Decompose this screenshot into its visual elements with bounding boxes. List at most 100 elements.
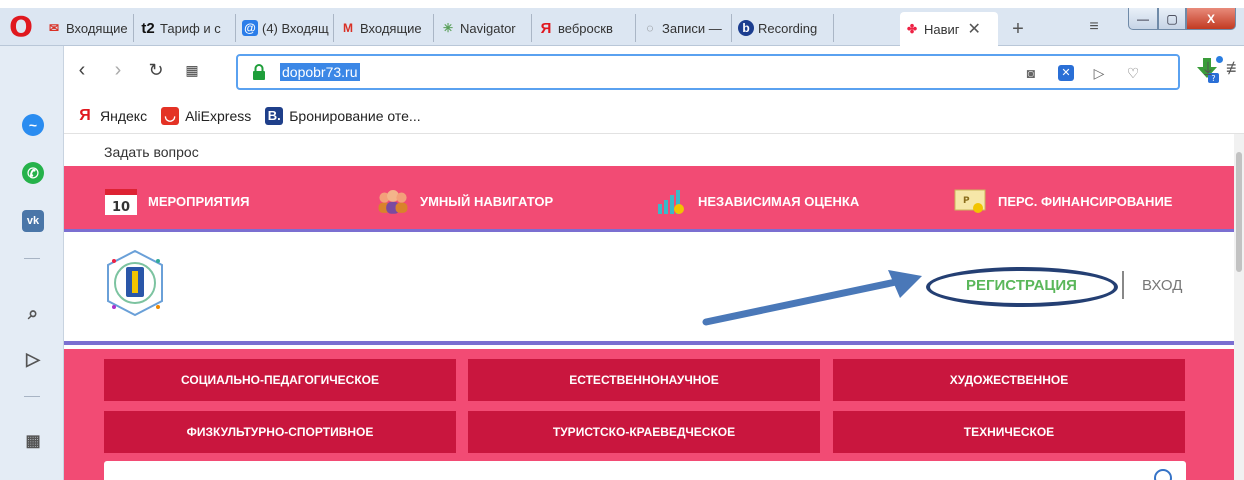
new-tab-icon[interactable]: + xyxy=(1008,19,1028,40)
snapshot-icon[interactable]: ◙ xyxy=(1022,64,1040,82)
url-text[interactable]: dopobr73.ru xyxy=(280,63,360,81)
chart-icon xyxy=(654,186,688,216)
bookmark-label: Бронирование оте... xyxy=(289,107,421,124)
messenger-icon[interactable]: ~ xyxy=(22,114,44,136)
vk-icon[interactable]: vk xyxy=(22,210,44,232)
recording-icon: b xyxy=(738,20,754,36)
direction-sports[interactable]: ФИЗКУЛЬТУРНО-СПОРТИВНОЕ xyxy=(104,411,456,453)
site-logo[interactable] xyxy=(102,247,168,319)
speed-dial-icon[interactable]: ▦ xyxy=(22,430,44,452)
easy-setup-icon[interactable]: ≢ xyxy=(1226,58,1244,79)
svg-text:P: P xyxy=(963,196,970,206)
nav-label: ПЕРС. ФИНАНСИРОВАНИЕ xyxy=(998,193,1173,209)
nav-smart-navigator[interactable]: УМНЫЙ НАВИГАТОР xyxy=(376,186,553,216)
calendar-day: 10 xyxy=(112,200,130,215)
nav-events[interactable]: 10 МЕРОПРИЯТИЯ xyxy=(104,186,249,216)
send-icon[interactable]: ▷ xyxy=(22,348,44,370)
site-header: РЕГИСТРАЦИЯ ВХОД xyxy=(64,235,1234,345)
bookmark-label: AliExpress xyxy=(185,107,252,124)
navigator-icon: ✳ xyxy=(442,21,454,35)
gmail-icon: ✉ xyxy=(48,21,60,35)
forward-button[interactable]: › xyxy=(106,58,130,82)
direction-art[interactable]: ХУДОЖЕСТВЕННОЕ xyxy=(833,359,1185,401)
tab-recording[interactable]: b Recording xyxy=(734,14,834,42)
minimize-button[interactable]: — xyxy=(1128,8,1158,30)
opera-logo-icon[interactable]: O xyxy=(8,12,34,42)
whatsapp-icon[interactable]: ✆ xyxy=(22,162,44,184)
mail-at-icon: @ xyxy=(242,20,258,36)
navigator-flower-icon: ✤ xyxy=(906,22,918,36)
page-viewport: Задать вопрос 10 МЕРОПРИЯТИЯ УМНЫЙ НАВИГ xyxy=(64,134,1234,480)
tab-label: Входящие xyxy=(360,20,422,36)
download-badge xyxy=(1216,56,1223,63)
register-link[interactable]: РЕГИСТРАЦИЯ xyxy=(966,277,1077,294)
nav-independent-assessment[interactable]: НЕЗАВИСИМАЯ ОЦЕНКА xyxy=(654,186,859,216)
page-scrollbar[interactable] xyxy=(1234,134,1244,480)
sidebar-separator xyxy=(24,396,40,397)
svg-text:?: ? xyxy=(1211,74,1215,83)
tab-gmail-2[interactable]: M Входящие xyxy=(336,14,434,42)
back-button[interactable]: ‹ xyxy=(70,58,94,82)
speed-dial-icon[interactable]: ▦ xyxy=(180,58,204,82)
booking-icon: B. xyxy=(265,106,284,125)
tab-label: Recording xyxy=(758,20,818,36)
tab-label: Тариф и с xyxy=(160,20,221,36)
register-login-separator xyxy=(1122,271,1124,299)
reload-icon[interactable]: ↻ xyxy=(144,58,168,82)
ask-question-link[interactable]: Задать вопрос xyxy=(104,144,199,160)
directions-panel: СОЦИАЛЬНО-ПЕДАГОГИЧЕСКОЕ ЕСТЕСТВЕННОНАУЧ… xyxy=(64,349,1234,480)
adblock-icon[interactable]: ✕ xyxy=(1058,65,1074,81)
address-bar[interactable]: dopobr73.ru ◙ ✕ ▷ ♡ xyxy=(236,54,1180,90)
program-search-input[interactable] xyxy=(104,461,1186,480)
direction-technical[interactable]: ТЕХНИЧЕСКОЕ xyxy=(833,411,1185,453)
search-icon[interactable] xyxy=(1154,469,1172,480)
bookmark-aliexpress[interactable]: ◡ AliExpress xyxy=(161,106,252,125)
direction-social-pedagogical[interactable]: СОЦИАЛЬНО-ПЕДАГОГИЧЕСКОЕ xyxy=(104,359,456,401)
tab-label: Записи — xyxy=(662,20,722,36)
nav-label: МЕРОПРИЯТИЯ xyxy=(148,193,250,209)
yandex-icon: Я xyxy=(79,106,91,124)
tab-navigator[interactable]: ✳ Navigator xyxy=(436,14,532,42)
gmail-icon: M xyxy=(343,21,353,35)
tab-label: Навиг xyxy=(924,21,960,37)
direction-tourism-local-history[interactable]: ТУРИСТСКО-КРАЕВЕДЧЕСКОЕ xyxy=(468,411,820,453)
calendar-icon: 10 xyxy=(104,186,138,216)
tab-label: (4) Входящ xyxy=(262,20,329,36)
t2-icon: t2 xyxy=(141,19,155,37)
tab-menu-icon[interactable]: ≡ xyxy=(1084,18,1104,38)
annotation-arrow xyxy=(702,270,922,326)
tab-label: веброскв xyxy=(558,20,613,36)
close-tab-icon[interactable]: ✕ xyxy=(968,19,981,39)
downloads-icon[interactable]: ⤓ xyxy=(1204,58,1212,79)
tab-navigator-active[interactable]: ✤ Навиг ✕ xyxy=(900,12,998,46)
bookmark-booking[interactable]: B. Бронирование оте... xyxy=(265,106,421,125)
browser-sidebar: ~ ✆ vk ⌕ ▷ ▦ xyxy=(0,46,64,480)
certificate-icon: P xyxy=(954,186,988,216)
chat-icon: ◌ xyxy=(646,21,654,35)
bookmark-yandex[interactable]: Я Яндекс xyxy=(76,107,147,125)
direction-natural-science[interactable]: ЕСТЕСТВЕННОНАУЧНОЕ xyxy=(468,359,820,401)
tab-yandex[interactable]: Я веброскв xyxy=(534,14,636,42)
close-window-button[interactable]: X xyxy=(1186,8,1236,30)
tab-gmail-1[interactable]: ✉ Входящие xyxy=(42,14,134,42)
search-icon[interactable]: ⌕ xyxy=(22,302,44,324)
tab-label: Navigator xyxy=(460,20,516,36)
login-link[interactable]: ВХОД xyxy=(1142,277,1182,294)
send-to-icon[interactable]: ▷ xyxy=(1090,64,1108,82)
maximize-button[interactable]: ▢ xyxy=(1158,8,1186,30)
nav-label: НЕЗАВИСИМАЯ ОЦЕНКА xyxy=(698,193,860,209)
tab-records[interactable]: ◌ Записи — xyxy=(638,14,732,42)
tab-bar: O ✉ Входящие t2 Тариф и с @ (4) Входящ M… xyxy=(0,8,1244,46)
aliexpress-icon: ◡ xyxy=(161,106,180,125)
yandex-icon: Я xyxy=(540,19,552,37)
scrollbar-thumb[interactable] xyxy=(1236,152,1242,272)
nav-personal-financing[interactable]: P ПЕРС. ФИНАНСИРОВАНИЕ xyxy=(954,186,1172,216)
tab-mail-at[interactable]: @ (4) Входящ xyxy=(238,14,334,42)
lock-icon xyxy=(253,64,265,80)
bookmark-label: Яндекс xyxy=(100,107,148,124)
heart-icon[interactable]: ♡ xyxy=(1124,64,1142,82)
tab-t2[interactable]: t2 Тариф и с xyxy=(136,14,236,42)
tab-label: Входящие xyxy=(66,20,128,36)
sidebar-separator xyxy=(24,258,40,259)
bookmarks-bar: Я Яндекс ◡ AliExpress B. Бронирование от… xyxy=(64,98,1244,134)
